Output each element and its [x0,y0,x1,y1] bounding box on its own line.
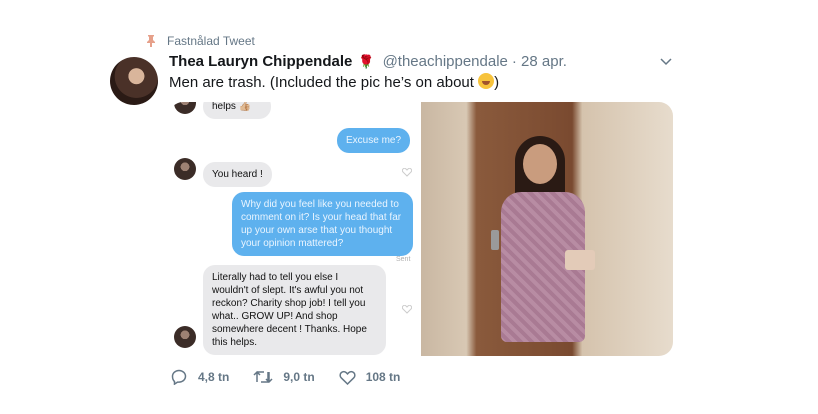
reply-count: 4,8 tn [198,370,230,384]
head [523,144,557,184]
person-figure [481,122,601,356]
chat-avatar [174,158,196,180]
chat-msg-excuse: Excuse me? [337,128,411,153]
like-count: 108 tn [365,370,401,384]
photo-image[interactable] [421,102,673,356]
like-button[interactable]: 108 tn [339,370,401,385]
tweet-date[interactable]: · 28 apr. [512,53,567,70]
chat-msg-heard: You heard ! [203,162,272,187]
like-icon [339,370,356,385]
reply-icon [171,369,187,385]
heart-outline-icon [402,168,412,177]
heart-outline-icon [402,305,412,314]
tweet-text: Men are trash. (Included the pic he’s on… [169,73,499,91]
chat-screenshot-image[interactable]: helps 👍🏼 Excuse me? You heard ! Why did … [169,102,419,356]
chat-msg-long-grey: Literally had to tell you else I wouldn'… [203,265,386,355]
pinned-label: Fastnålad Tweet [146,34,255,48]
upside-down-face-emoji-icon [478,73,495,89]
author-handle[interactable]: @theachippendale [383,53,508,70]
reply-button[interactable]: 4,8 tn [171,369,229,385]
author-name[interactable]: Thea Lauryn Chippendale [169,53,352,70]
retweet-icon [253,370,273,384]
sent-label: Sent [396,256,411,263]
chat-msg-long-blue: Why did you feel like you needed to comm… [232,192,413,256]
chat-msg-top: helps 👍🏼 [203,102,271,119]
tweet-text-main: Men are trash. (Included the pic he’s on… [169,74,479,91]
chat-avatar [174,102,196,114]
chat-avatar [174,326,196,348]
tweet-header: Thea Lauryn Chippendale 🌹 @theachippenda… [169,53,567,70]
retweet-count: 9,0 tn [283,370,315,384]
chevron-down-icon[interactable] [660,58,672,66]
tweet-text-end: ) [494,74,500,91]
retweet-button[interactable]: 9,0 tn [253,369,315,385]
clutch-bag [565,250,595,270]
avatar[interactable] [110,57,158,105]
tweet-actions: 4,8 tn 9,0 tn 108 tn [171,369,424,385]
pin-icon [147,35,155,47]
pinned-text: Fastnålad Tweet [167,34,255,48]
rose-icon: 🌹 [358,53,375,69]
